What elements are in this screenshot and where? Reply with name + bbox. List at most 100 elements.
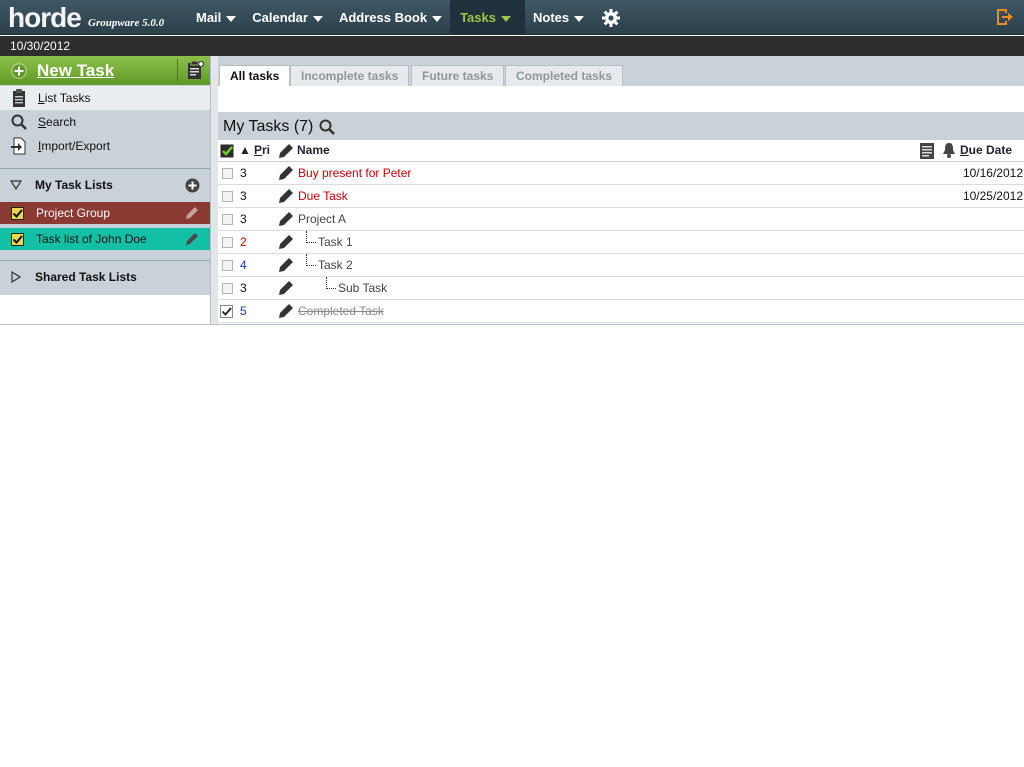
menu-address-book[interactable]: Address Book (331, 0, 450, 35)
search-icon[interactable] (319, 119, 336, 135)
gear-icon[interactable] (596, 0, 626, 35)
task-name-link[interactable]: Sub Task (338, 281, 387, 295)
logout-icon[interactable] (994, 7, 1014, 27)
chevron-down-icon (312, 15, 323, 22)
pencil-edit-icon[interactable] (184, 231, 200, 247)
table-row[interactable]: 4 Task 2 (218, 254, 1024, 277)
task-name-link[interactable]: Task 1 (318, 235, 353, 249)
pencil-edit-icon[interactable] (277, 164, 295, 182)
my-task-lists-header[interactable]: My Task Lists (0, 173, 210, 197)
menu-mail-label: Mail (196, 10, 222, 25)
task-list-john-doe[interactable]: Task list of John Doe (0, 228, 210, 250)
chevron-down-icon (432, 15, 443, 22)
sidebar-item-import-export[interactable]: Import/Export (0, 134, 210, 158)
divider (0, 168, 210, 169)
task-list-title-bar: My Tasks (7) (218, 113, 1024, 140)
table-row[interactable]: 3 Due Task 10/25/2012 (218, 185, 1024, 208)
task-name-link[interactable]: Project A (298, 212, 346, 226)
shared-task-lists-title: Shared Task Lists (35, 270, 137, 284)
task-complete-checkbox[interactable] (222, 168, 233, 179)
task-name-link[interactable]: Due Task (298, 189, 348, 203)
menu-tasks[interactable]: Tasks (450, 0, 525, 35)
menu-calendar-label: Calendar (252, 10, 308, 25)
sidebar: New Task List Tasks Search Import/Export… (0, 56, 210, 324)
checkbox-checked-icon[interactable] (11, 206, 24, 220)
pencil-edit-icon (279, 144, 293, 158)
priority-value: 3 (240, 166, 247, 180)
page-title: My Tasks (7) (223, 117, 314, 135)
column-header-due-date[interactable]: Due Date (960, 143, 1012, 157)
shared-task-lists-header[interactable]: Shared Task Lists (0, 265, 210, 289)
tab-future-tasks[interactable]: Future tasks (411, 65, 505, 87)
tab-all-tasks[interactable]: All tasks (219, 65, 291, 87)
checkbox-checked-icon[interactable] (11, 232, 24, 246)
column-header-name[interactable]: Name (297, 143, 330, 157)
pencil-edit-icon[interactable] (277, 279, 295, 297)
table-row[interactable]: 5 Completed Task (218, 300, 1024, 323)
column-header-priority[interactable]: Pri (254, 143, 270, 157)
menu-calendar[interactable]: Calendar (244, 0, 331, 35)
pencil-edit-icon[interactable] (277, 256, 295, 274)
add-task-list-icon[interactable] (185, 178, 200, 193)
main-menu: Mail Calendar Address Book Tasks Notes (188, 0, 626, 35)
task-name-link[interactable]: Completed Task (298, 304, 384, 318)
search-icon (10, 113, 28, 131)
menu-address-book-label: Address Book (338, 10, 428, 25)
menu-mail[interactable]: Mail (188, 0, 244, 35)
description-column-icon (920, 143, 934, 159)
tab-incomplete-tasks[interactable]: Incomplete tasks (290, 65, 410, 87)
task-list-label: Task list of John Doe (36, 232, 147, 246)
chevron-down-icon (500, 15, 511, 22)
tab-label: Completed tasks (516, 69, 613, 83)
horde-logo[interactable]: horde Groupware 5.0.0 (8, 2, 164, 34)
sidebar-item-search[interactable]: Search (0, 110, 210, 134)
task-complete-checkbox[interactable] (222, 283, 233, 294)
sidebar-blank-area (0, 295, 210, 324)
menu-notes-label: Notes (532, 10, 570, 25)
pencil-edit-icon[interactable] (277, 233, 295, 251)
task-complete-checkbox[interactable] (222, 214, 233, 225)
table-row[interactable]: 3 Project A (218, 208, 1024, 231)
task-complete-checkbox[interactable] (222, 237, 233, 248)
tree-connector (306, 231, 316, 243)
select-all-checkbox[interactable] (220, 144, 234, 158)
task-list-project-group[interactable]: Project Group (0, 202, 210, 224)
new-task-label: New Task (37, 60, 115, 80)
tab-label: Incomplete tasks (301, 69, 399, 83)
pencil-edit-icon[interactable] (184, 205, 200, 221)
task-name-link[interactable]: Task 2 (318, 258, 353, 272)
pencil-edit-icon[interactable] (277, 302, 295, 320)
checkbox-checked-icon[interactable] (220, 305, 233, 318)
table-row[interactable]: 2 Task 1 (218, 231, 1024, 254)
new-task-button[interactable]: New Task (0, 56, 210, 85)
pencil-edit-icon[interactable] (277, 210, 295, 228)
priority-value: 5 (240, 304, 247, 318)
logo-text: horde (8, 2, 82, 33)
task-name-link[interactable]: Buy present for Peter (298, 166, 411, 180)
task-complete-checkbox[interactable] (222, 260, 233, 271)
collapse-triangle-icon (10, 180, 22, 191)
divider (0, 260, 210, 261)
table-row[interactable]: 3 Buy present for Peter 10/16/2012 (218, 162, 1024, 185)
due-date: 10/16/2012 (962, 166, 1023, 180)
tree-connector (326, 277, 336, 289)
sort-ascending-icon: ▲ (239, 143, 251, 157)
tab-content-spacer (218, 86, 1024, 113)
expand-triangle-icon (11, 271, 22, 283)
sidebar-splitter[interactable] (210, 56, 218, 324)
task-complete-checkbox[interactable] (222, 191, 233, 202)
new-task-options-icon[interactable] (186, 60, 204, 80)
sidebar-item-list-tasks[interactable]: List Tasks (0, 86, 210, 110)
menu-notes[interactable]: Notes (525, 0, 592, 35)
plus-circle-icon (11, 62, 27, 79)
sidebar-item-label: Search (38, 115, 77, 129)
tab-completed-tasks[interactable]: Completed tasks (505, 65, 624, 87)
table-row[interactable]: 3 Sub Task (218, 277, 1024, 300)
due-date: 10/25/2012 (962, 189, 1023, 203)
menu-tasks-label: Tasks (460, 10, 496, 25)
bell-alarm-icon (943, 143, 955, 158)
pencil-edit-icon[interactable] (277, 187, 295, 205)
logo-subtitle: Groupware 5.0.0 (88, 17, 165, 29)
tab-label: All tasks (230, 69, 280, 83)
tab-bar: All tasks Incomplete tasks Future tasks … (218, 56, 1024, 87)
